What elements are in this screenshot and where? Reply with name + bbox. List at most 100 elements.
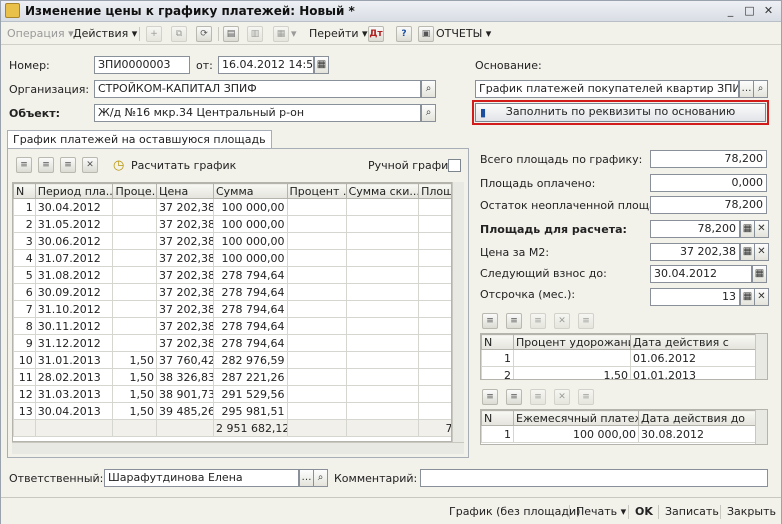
table-cell[interactable]: 295 981,51: [212, 402, 288, 420]
table-cell[interactable]: 28.02.2013: [34, 368, 114, 386]
table-cell[interactable]: 37 760,42: [155, 351, 214, 369]
table-cell[interactable]: 7,: [418, 402, 451, 420]
calc-schedule-button[interactable]: Расчитать график: [131, 159, 236, 172]
calculator-icon[interactable]: ▦: [740, 243, 755, 261]
table-cell[interactable]: 9: [13, 334, 36, 352]
table-cell[interactable]: 2: [13, 215, 36, 233]
move-row-icon[interactable]: ≡: [578, 313, 594, 329]
table-cell[interactable]: [345, 266, 420, 284]
table-cell[interactable]: [286, 215, 347, 233]
copy-row-icon[interactable]: ≡: [506, 313, 522, 329]
table-cell[interactable]: 31.01.2013: [34, 351, 114, 369]
column-header[interactable]: N: [481, 334, 514, 350]
table-cell[interactable]: [286, 368, 347, 386]
actions-menu[interactable]: Действия ▾: [73, 26, 137, 42]
table-cell[interactable]: 278 794,64: [212, 317, 288, 335]
table-cell[interactable]: [112, 232, 157, 250]
table-cell[interactable]: [345, 385, 420, 403]
table-cell[interactable]: 31.05.2012: [34, 215, 114, 233]
column-header[interactable]: Дата действия с: [630, 334, 758, 350]
table-cell[interactable]: 37 202,38: [155, 249, 214, 267]
fill-by-basis-button[interactable]: ▮ Заполнить по реквизиты по основанию: [475, 103, 766, 122]
table-row[interactable]: 1031.01.20131,5037 760,42282 976,59 7,: [13, 351, 451, 369]
table-cell[interactable]: [286, 317, 347, 335]
table-cell[interactable]: 37 202,38: [155, 198, 214, 216]
table-cell[interactable]: 01.01.2013: [630, 366, 758, 379]
maximize-icon[interactable]: □: [742, 4, 757, 18]
table-cell[interactable]: 37 202,38: [155, 283, 214, 301]
table-cell[interactable]: 12: [13, 385, 36, 403]
schedule-no-area-button[interactable]: График (без площади): [449, 504, 580, 520]
column-header[interactable]: Цена: [155, 183, 214, 199]
table-cell[interactable]: 7,: [418, 334, 451, 352]
table-cell[interactable]: 2,: [418, 198, 451, 216]
table-row[interactable]: 231.05.2012 37 202,38100 000,00 2,: [13, 215, 451, 233]
calculator-icon[interactable]: ▦: [740, 220, 755, 238]
basis-field[interactable]: График платежей покупателей квартир ЗПИ0…: [475, 80, 739, 98]
calculator-icon[interactable]: ▦: [740, 288, 755, 306]
table-row[interactable]: 931.12.2012 37 202,38278 794,64 7,: [13, 334, 451, 352]
table-cell[interactable]: 30.09.2012: [34, 283, 114, 301]
table-cell[interactable]: 30.08.2012: [638, 425, 758, 443]
table-cell[interactable]: 1,50: [112, 385, 157, 403]
table-cell[interactable]: 30.04.2013: [34, 402, 114, 420]
next-payment-field[interactable]: 30.04.2012: [650, 265, 752, 283]
table-cell[interactable]: 37 202,38: [155, 334, 214, 352]
table-cell[interactable]: 1,50: [112, 402, 157, 420]
table-cell[interactable]: 7,: [418, 283, 451, 301]
table-cell[interactable]: 7,: [418, 368, 451, 386]
table-row[interactable]: 830.11.2012 37 202,38278 794,64 7,: [13, 317, 451, 335]
add-row-icon[interactable]: ≡: [16, 157, 32, 173]
table-cell[interactable]: 1,50: [513, 366, 631, 379]
edit-row-icon[interactable]: ≡: [530, 389, 546, 405]
table-cell[interactable]: 2,: [418, 249, 451, 267]
table-cell[interactable]: 100 000,00: [212, 215, 288, 233]
table-row[interactable]: 531.08.2012 37 202,38278 794,64 7,: [13, 266, 451, 284]
table-cell[interactable]: 100 000,00: [212, 232, 288, 250]
table-cell[interactable]: [345, 402, 420, 420]
table-cell[interactable]: 13: [13, 402, 36, 420]
table-cell[interactable]: 7: [13, 300, 36, 318]
column-header[interactable]: Проце...: [112, 183, 157, 199]
column-header[interactable]: Сумма: [212, 183, 288, 199]
number-field[interactable]: ЗПИ0000003: [94, 56, 190, 74]
table-cell[interactable]: 7,: [418, 317, 451, 335]
table-row[interactable]: 1128.02.20131,5038 326,83287 221,26 7,: [13, 368, 451, 386]
table-cell[interactable]: 1,50: [112, 351, 157, 369]
delete-row-icon[interactable]: ✕: [554, 389, 570, 405]
table-cell[interactable]: [112, 334, 157, 352]
search-icon[interactable]: ⌕: [421, 80, 436, 98]
table-cell[interactable]: [112, 300, 157, 318]
copy-row-icon[interactable]: ≡: [506, 389, 522, 405]
table-cell[interactable]: 6: [13, 283, 36, 301]
column-header[interactable]: N: [13, 183, 36, 199]
table-cell[interactable]: 30.06.2012: [34, 232, 114, 250]
reports-icon[interactable]: ▣: [418, 26, 434, 42]
table-cell[interactable]: 7,: [418, 266, 451, 284]
calc-area-field[interactable]: 78,200: [650, 220, 740, 238]
vertical-scrollbar[interactable]: [755, 334, 767, 379]
clear-icon[interactable]: ✕: [754, 243, 769, 261]
copy-row-icon[interactable]: ≡: [38, 157, 54, 173]
table-cell[interactable]: 7,: [418, 300, 451, 318]
table-cell[interactable]: 1: [481, 349, 514, 367]
table-cell[interactable]: [286, 300, 347, 318]
table-cell[interactable]: 11: [13, 368, 36, 386]
table-cell[interactable]: 2,: [418, 215, 451, 233]
table-cell[interactable]: 31.10.2012: [34, 300, 114, 318]
print-menu[interactable]: Печать ▾: [576, 504, 626, 520]
save-button[interactable]: Записать: [665, 504, 719, 520]
table-cell[interactable]: 38 901,73: [155, 385, 214, 403]
edit-row-icon[interactable]: ≡: [530, 313, 546, 329]
table-cell[interactable]: [345, 249, 420, 267]
table-row[interactable]: 431.07.2012 37 202,38100 000,00 2,: [13, 249, 451, 267]
table-cell[interactable]: 1: [481, 425, 514, 443]
column-header[interactable]: Процент ...: [286, 183, 347, 199]
table-cell[interactable]: 10: [13, 351, 36, 369]
copy-icon[interactable]: ⧉: [171, 26, 187, 42]
table-cell[interactable]: 1: [13, 198, 36, 216]
edit-row-icon[interactable]: ≡: [60, 157, 76, 173]
column-header[interactable]: Дата действия до: [638, 410, 758, 426]
column-header[interactable]: Сумма ски...: [345, 183, 420, 199]
table-cell[interactable]: 100 000,00: [212, 249, 288, 267]
